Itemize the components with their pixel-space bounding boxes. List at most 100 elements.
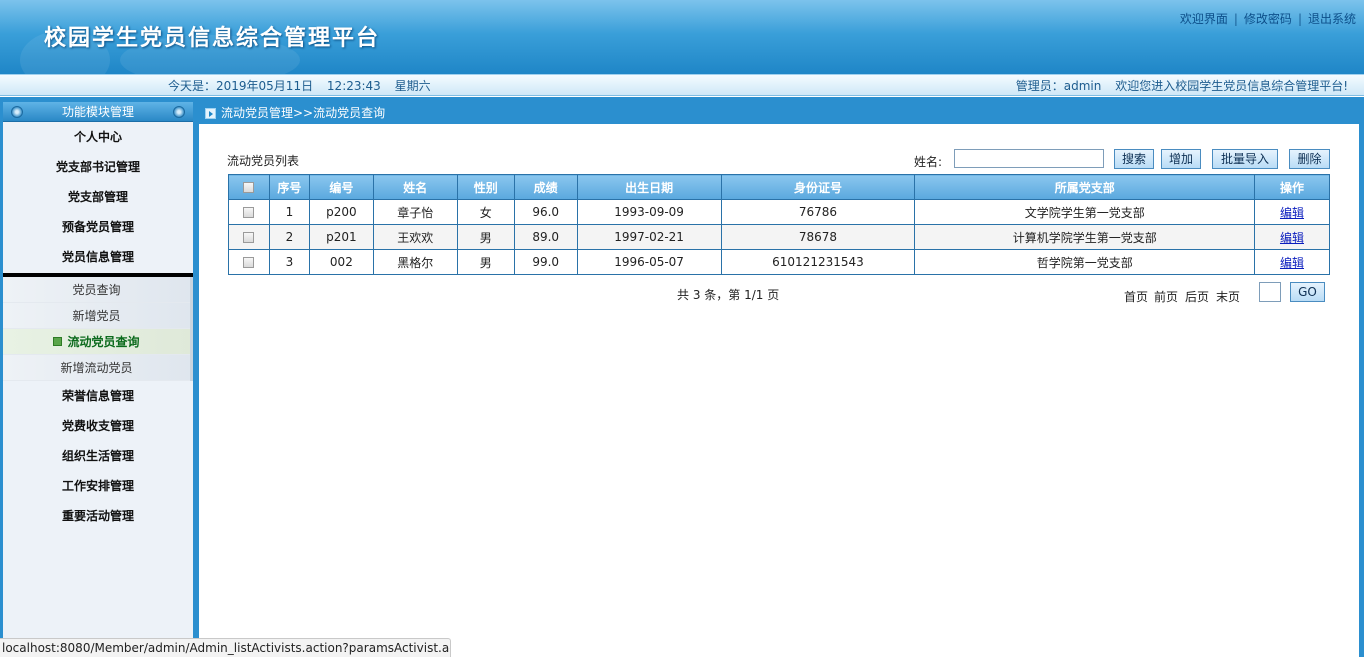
list-title: 流动党员列表 [227, 154, 300, 168]
table-cell: 1997-02-21 [576, 224, 722, 250]
admin-label: 管理员：admin [1015, 79, 1102, 93]
table-row: 3 002 黑格尔 男 99.0 1996-05-07 610121231543… [228, 249, 1330, 275]
row-checkbox[interactable] [243, 232, 255, 243]
edit-link[interactable]: 编辑 [1280, 231, 1304, 245]
menu-item-important-activity[interactable]: 重要活动管理 [3, 501, 193, 531]
pager-summary: 共 3 条，第 1/1 页 [677, 288, 780, 302]
table-cell: 99.0 [513, 249, 578, 275]
table-cell: 章子怡 [372, 199, 458, 225]
table-cell: 王欢欢 [372, 224, 458, 250]
prev-page-link[interactable]: 前页 [1154, 288, 1178, 305]
table-cell: 3 [268, 249, 310, 275]
table-row: 1 p200 章子怡 女 96.0 1993-09-09 76786 文学院学生… [228, 199, 1330, 225]
table-cell: 610121231543 [720, 249, 916, 275]
menu-item-member-info[interactable]: 党员信息管理 [3, 242, 193, 272]
table-cell: 哲学院第一党支部 [914, 249, 1255, 275]
row-checkbox[interactable] [243, 207, 255, 218]
link-separator: | [1233, 12, 1238, 26]
main-frame: 功能模块管理 个人中心 党支部书记管理 党支部管理 预备党员管理 党员信息管理 … [0, 97, 1364, 657]
arrow-right-icon [53, 337, 63, 346]
content-panel: 流动党员管理>>流动党员查询 流动党员列表 姓名: 搜索 增加 批量导入 删除 … [199, 102, 1359, 657]
add-button[interactable]: 增加 [1161, 149, 1201, 169]
edit-link[interactable]: 编辑 [1280, 206, 1304, 220]
next-page-link[interactable]: 后页 [1185, 288, 1209, 305]
welcome-link[interactable]: 欢迎界面 [1180, 12, 1228, 26]
search-label: 姓名: [914, 155, 943, 169]
table-cell: 编辑 [1254, 249, 1330, 275]
column-header: 成绩 [513, 174, 578, 200]
submenu-item-add-member[interactable]: 新增党员 [3, 303, 190, 329]
search-button[interactable]: 搜索 [1114, 149, 1154, 169]
menu-item-honor[interactable]: 荣誉信息管理 [3, 381, 193, 411]
app-title: 校园学生党员信息综合管理平台 [44, 25, 381, 51]
sidebar-title: 功能模块管理 [3, 102, 193, 122]
column-header: 姓名 [372, 174, 458, 200]
select-all-checkbox[interactable] [243, 182, 255, 193]
menu-item-branch[interactable]: 党支部管理 [3, 182, 193, 212]
table-cell: p201 [308, 224, 374, 250]
table-row: 2 p201 王欢欢 男 89.0 1997-02-21 78678 计算机学院… [228, 224, 1330, 250]
table-cell: 黑格尔 [372, 249, 458, 275]
delete-button[interactable]: 删除 [1289, 149, 1330, 169]
change-password-link[interactable]: 修改密码 [1244, 12, 1292, 26]
table-cell: 2 [268, 224, 310, 250]
table-cell: 78678 [720, 224, 916, 250]
column-header: 编号 [308, 174, 374, 200]
table-cell: 1996-05-07 [576, 249, 722, 275]
column-header: 所属党支部 [914, 174, 1255, 200]
go-button[interactable]: GO [1290, 282, 1325, 302]
menu-item-org-life[interactable]: 组织生活管理 [3, 441, 193, 471]
row-select-cell[interactable] [228, 249, 270, 275]
column-header: 性别 [456, 174, 515, 200]
batch-import-button[interactable]: 批量导入 [1212, 149, 1278, 169]
date-info: 今天是：2019年05月11日 12:23:43 星期六 [168, 76, 441, 96]
browser-status-url: localhost:8080/Member/admin/Admin_listAc… [0, 638, 451, 657]
link-separator: | [1297, 12, 1302, 26]
table-cell: 002 [308, 249, 374, 275]
search-input[interactable] [954, 149, 1104, 168]
table-cell: 男 [456, 249, 515, 275]
table-cell: p200 [308, 199, 374, 225]
submenu-item-floating-query[interactable]: 流动党员查询 [3, 329, 190, 355]
play-arrow-icon [205, 108, 216, 119]
date-label: 今天是：2019年05月11日 [168, 79, 314, 93]
round-knob-icon [173, 106, 185, 118]
select-all-header[interactable] [228, 174, 270, 200]
sidebar-title-label: 功能模块管理 [61, 105, 134, 119]
table-cell: 96.0 [513, 199, 578, 225]
menu-item-personal-center[interactable]: 个人中心 [3, 122, 193, 152]
edit-link[interactable]: 编辑 [1280, 256, 1304, 270]
row-select-cell[interactable] [228, 224, 270, 250]
table-cell: 女 [456, 199, 515, 225]
table-cell: 89.0 [513, 224, 578, 250]
header-banner: 校园学生党员信息综合管理平台 欢迎界面 | 修改密码 | 退出系统 [0, 0, 1364, 90]
breadcrumb: 流动党员管理>>流动党员查询 [199, 102, 1359, 124]
menu-item-branch-secretary[interactable]: 党支部书记管理 [3, 152, 193, 182]
table-cell: 1993-09-09 [576, 199, 722, 225]
row-checkbox[interactable] [243, 257, 255, 268]
submenu: 党员查询 新增党员 流动党员查询 新增流动党员 [3, 277, 193, 381]
first-page-link[interactable]: 首页 [1124, 288, 1148, 305]
submenu-item-member-query[interactable]: 党员查询 [3, 277, 190, 303]
menu-item-dues[interactable]: 党费收支管理 [3, 411, 193, 441]
page-number-input[interactable] [1259, 282, 1281, 302]
column-header: 身份证号 [720, 174, 916, 200]
logout-link[interactable]: 退出系统 [1308, 12, 1356, 26]
submenu-item-label: 流动党员查询 [67, 335, 140, 349]
breadcrumb-text: 流动党员管理>>流动党员查询 [221, 106, 386, 120]
info-bar: 今天是：2019年05月11日 12:23:43 星期六 管理员：admin 欢… [0, 74, 1364, 96]
admin-info: 管理员：admin 欢迎您进入校园学生党员信息综合管理平台! [1006, 76, 1348, 96]
last-page-link[interactable]: 末页 [1216, 288, 1240, 305]
menu-item-work-plan[interactable]: 工作安排管理 [3, 471, 193, 501]
top-links: 欢迎界面 | 修改密码 | 退出系统 [1180, 10, 1356, 27]
table-cell: 76786 [720, 199, 916, 225]
submenu-item-add-floating[interactable]: 新增流动党员 [3, 355, 190, 381]
menu-item-probationary-member[interactable]: 预备党员管理 [3, 212, 193, 242]
welcome-message: 欢迎您进入校园学生党员信息综合管理平台! [1115, 79, 1348, 93]
row-select-cell[interactable] [228, 199, 270, 225]
table-cell: 男 [456, 224, 515, 250]
column-header: 出生日期 [576, 174, 722, 200]
table-cell: 计算机学院学生第一党支部 [914, 224, 1255, 250]
column-header: 操作 [1254, 174, 1330, 200]
table-cell: 编辑 [1254, 224, 1330, 250]
